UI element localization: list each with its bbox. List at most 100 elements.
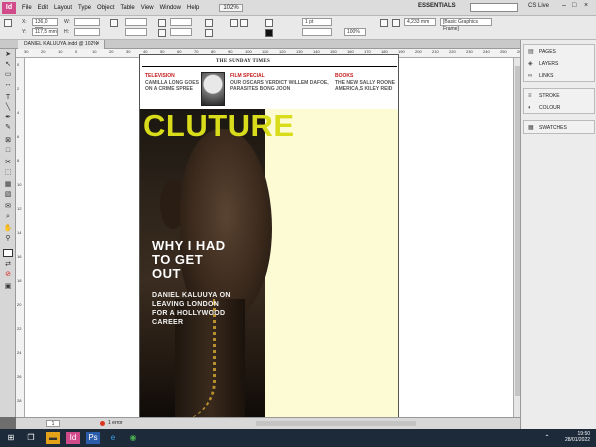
pencil-tool-icon[interactable]: ✎ bbox=[3, 124, 13, 132]
panel-colour[interactable]: ◐ COLOUR bbox=[528, 103, 594, 113]
direct-selection-tool-icon[interactable]: ↖ bbox=[3, 61, 13, 69]
gap-tool-icon[interactable]: ↔ bbox=[3, 81, 13, 89]
select-container-icon[interactable] bbox=[230, 19, 238, 27]
close-icon[interactable]: × bbox=[584, 2, 588, 9]
flip-vertical-icon[interactable] bbox=[205, 29, 213, 37]
menu-type[interactable]: Type bbox=[78, 5, 91, 11]
rotation-angle-field[interactable] bbox=[170, 18, 192, 26]
menu-help[interactable]: Help bbox=[187, 5, 199, 11]
note-tool-icon[interactable]: ✉ bbox=[3, 203, 13, 211]
vertical-scrollbar[interactable] bbox=[513, 58, 520, 417]
preflight-error-text[interactable]: 1 error bbox=[108, 420, 123, 426]
cover-subhead[interactable]: DANIEL KALUUYA ON LEAVING LONDON FOR A H… bbox=[152, 291, 232, 327]
flip-horizontal-icon[interactable] bbox=[205, 19, 213, 27]
cs-live-button[interactable]: CS Live bbox=[528, 3, 549, 9]
gradient-tool-icon[interactable]: ▦ bbox=[3, 181, 13, 189]
system-tray-icon[interactable]: ⌃ bbox=[540, 432, 554, 444]
ruler-left-tick-label: 20 bbox=[17, 302, 22, 307]
pen-tool-icon[interactable]: ✒ bbox=[3, 114, 13, 122]
page-number-field[interactable]: 1 bbox=[46, 420, 60, 427]
cover-headline[interactable]: WHY I HAD TO GET OUT bbox=[152, 239, 232, 281]
windows-start-icon[interactable]: ⊞ bbox=[4, 432, 18, 444]
zoom-level-select[interactable]: 102% bbox=[219, 3, 243, 12]
rectangle-frame-tool-icon[interactable]: ⊠ bbox=[3, 137, 13, 145]
page-tool-icon[interactable]: ▭ bbox=[3, 71, 13, 79]
document-page[interactable]: THE SUNDAY TIMES TELEVISION CAMILLA LONG… bbox=[139, 54, 399, 420]
menu-view[interactable]: View bbox=[141, 5, 154, 11]
stroke-swatch-icon[interactable] bbox=[265, 29, 273, 37]
opacity-field[interactable]: 100% bbox=[344, 28, 366, 36]
cover-area[interactable]: CLUTURE WHY I HAD TO GET OUT DANIEL KALU… bbox=[140, 109, 398, 419]
menu-file[interactable]: File bbox=[22, 5, 32, 11]
menu-layout[interactable]: Layout bbox=[54, 5, 72, 11]
file-explorer-icon[interactable]: ▬ bbox=[46, 432, 60, 444]
type-tool-icon[interactable]: T bbox=[3, 94, 13, 102]
search-input[interactable] bbox=[470, 3, 518, 12]
panel-stroke[interactable]: ≡ STROKE bbox=[528, 91, 594, 101]
fill-color-icon[interactable] bbox=[3, 249, 13, 257]
minimize-icon[interactable]: – bbox=[562, 2, 566, 9]
chrome-browser-icon[interactable]: ◉ bbox=[126, 432, 140, 444]
scissors-tool-icon[interactable]: ✂ bbox=[3, 159, 13, 167]
preflight-error-icon[interactable] bbox=[100, 421, 105, 426]
scale-y-field[interactable] bbox=[125, 28, 147, 36]
stroke-weight-field[interactable]: 1 pt bbox=[302, 18, 332, 26]
taskbar-clock[interactable]: 19:50 28/01/2022 bbox=[565, 431, 590, 443]
workspace-switcher[interactable]: ESSENTIALS bbox=[418, 3, 456, 9]
screen-mode-icon[interactable]: ▣ bbox=[3, 283, 13, 291]
teaser-portrait-image[interactable] bbox=[201, 72, 225, 106]
line-tool-icon[interactable]: ╲ bbox=[3, 104, 13, 112]
tab-close-icon[interactable]: × bbox=[96, 40, 100, 49]
panel-swatches[interactable]: ▦ SWATCHES bbox=[528, 123, 594, 133]
edge-browser-icon[interactable]: e bbox=[106, 432, 120, 444]
magazine-title[interactable]: CLUTURE bbox=[143, 109, 295, 144]
height-field[interactable] bbox=[74, 28, 100, 36]
rotate-icon[interactable] bbox=[158, 19, 166, 27]
menu-edit[interactable]: Edit bbox=[38, 5, 48, 11]
shear-angle-field[interactable] bbox=[170, 28, 192, 36]
menu-object[interactable]: Object bbox=[97, 5, 114, 11]
indesign-taskbar-icon[interactable]: Id bbox=[66, 432, 80, 444]
menu-table[interactable]: Table bbox=[120, 5, 134, 11]
scale-x-field[interactable] bbox=[125, 18, 147, 26]
teaser-head-film: FILM SPECIAL bbox=[230, 73, 265, 79]
photoshop-taskbar-icon[interactable]: Ps bbox=[86, 432, 100, 444]
fill-swatch-icon[interactable] bbox=[265, 19, 273, 27]
menu-window[interactable]: Window bbox=[160, 5, 181, 11]
maximize-icon[interactable]: □ bbox=[572, 2, 576, 9]
ruler-left-tick-label: 24 bbox=[17, 350, 22, 355]
reference-point-icon[interactable] bbox=[4, 19, 12, 27]
y-position-field[interactable]: 117,5 mm bbox=[32, 28, 58, 36]
x-position-field[interactable]: 136,0 mm bbox=[32, 18, 58, 32]
panel-pages[interactable]: ▤ PAGES bbox=[528, 47, 594, 57]
dimension-field[interactable]: 4,233 mm bbox=[404, 18, 436, 26]
horizontal-scrollbar-thumb[interactable] bbox=[256, 421, 416, 426]
width-field[interactable] bbox=[74, 18, 100, 26]
swap-colors-icon[interactable]: ⇄ bbox=[3, 261, 13, 269]
panel-stroke-label: STROKE bbox=[539, 93, 560, 99]
rectangle-tool-icon[interactable]: □ bbox=[3, 147, 13, 155]
zoom-tool-icon[interactable]: ⚲ bbox=[3, 235, 13, 243]
panel-links[interactable]: ∞ LINKS bbox=[528, 71, 594, 81]
stroke-type-select[interactable] bbox=[302, 28, 332, 36]
gradient-feather-tool-icon[interactable]: ▧ bbox=[3, 191, 13, 199]
task-view-icon[interactable]: ❐ bbox=[24, 432, 38, 444]
apply-none-icon[interactable]: ⊘ bbox=[3, 271, 13, 279]
masthead-title: THE SUNDAY TIMES bbox=[216, 59, 271, 64]
ruler-top-tick-label: 20 bbox=[109, 49, 114, 54]
constrain-proportions-icon[interactable] bbox=[110, 19, 118, 27]
selection-tool-icon[interactable]: ➤ bbox=[3, 51, 13, 59]
shear-icon[interactable] bbox=[158, 29, 166, 37]
free-transform-tool-icon[interactable]: ⬚ bbox=[3, 169, 13, 177]
select-content-icon[interactable] bbox=[240, 19, 248, 27]
panel-layers[interactable]: ◈ LAYERS bbox=[528, 59, 594, 69]
panel-layers-label: LAYERS bbox=[539, 61, 559, 67]
fitting-icon[interactable] bbox=[392, 19, 400, 27]
eyedropper-tool-icon[interactable]: ⌕ bbox=[3, 213, 13, 221]
text-wrap-icon[interactable] bbox=[380, 19, 388, 27]
hand-tool-icon[interactable]: ✋ bbox=[3, 225, 13, 233]
teaser-strip[interactable]: TELEVISION CAMILLA LONG GOES ON A CRIME … bbox=[140, 69, 398, 109]
ruler-top-tick-label: 250 bbox=[500, 49, 507, 54]
object-style-select[interactable]: [Basic Graphics Frame] bbox=[440, 18, 492, 32]
document-tab[interactable]: DANIEL KALUUYA.indd @ 102% bbox=[18, 40, 105, 49]
